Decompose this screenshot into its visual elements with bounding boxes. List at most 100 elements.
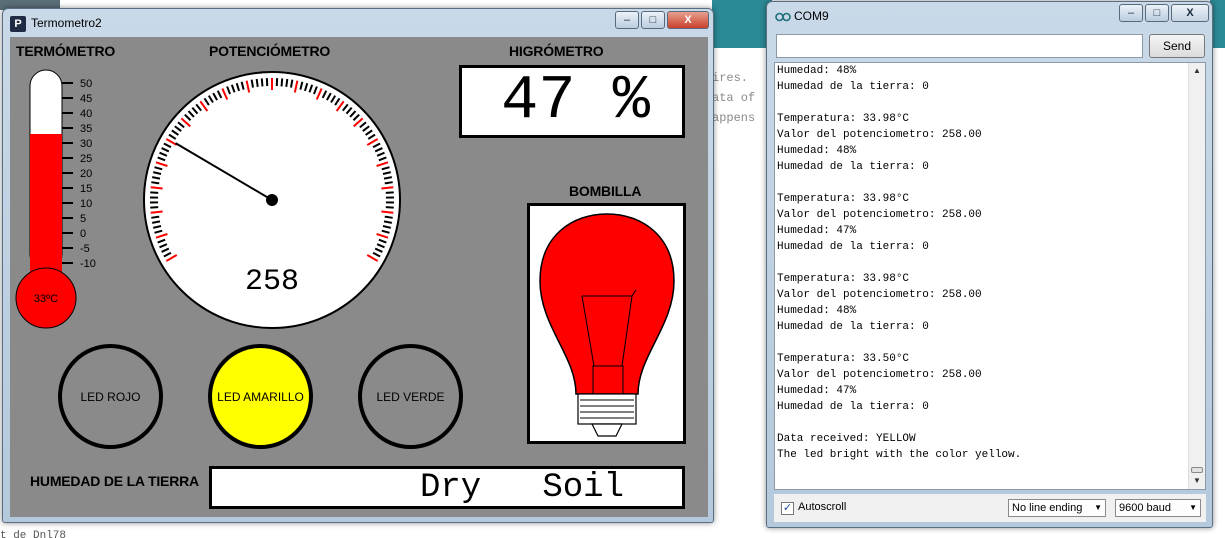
console-line: Temperatura: 33.98°C [777,193,910,205]
minimize-button[interactable]: – [615,11,639,29]
console-line: Humedad: 48% [777,145,857,157]
dial-tick [151,181,160,185]
thermometer-tick-label: -5 [80,243,90,255]
window-title: COM9 [794,9,829,23]
window-title: Termometro2 [31,16,102,30]
close-button[interactable]: X [667,11,709,29]
console-line: Humedad de la tierra: 0 [777,321,929,333]
led-yellow-label: LED AMARILLO [217,389,304,404]
dial-tick [280,78,284,87]
console-line: Humedad de la tierra: 0 [777,401,929,413]
bulb-label: BOMBILLA [569,183,642,199]
thermometer-label: TERMÓMETRO [16,43,116,59]
dial-tick [384,215,393,219]
minimize-button[interactable]: – [1119,4,1143,22]
dial-tick [385,191,394,194]
baud-rate-select[interactable]: 9600 baud ▼ [1115,499,1201,517]
dial-tick [381,186,394,190]
send-button[interactable]: Send [1149,34,1205,58]
thermometer-tick-label: 30 [80,138,92,150]
soil-humidity-display: Dry Soil [209,466,685,509]
serial-output-lines: Humedad: 48% Humedad de la tierra: 0 Temp… [777,63,1187,463]
desktop-background [712,0,772,48]
thermometer-tick-label: 35 [80,123,92,135]
thermometer-tick-label: 0 [80,228,86,240]
dial-tick [260,78,264,87]
close-button[interactable]: X [1171,4,1209,22]
console-line: Humedad de la tierra: 0 [777,241,929,253]
serial-footer: ✓ Autoscroll No line ending ▼ 9600 baud … [774,494,1206,522]
line-ending-value: No line ending [1012,502,1083,514]
dial-tick [150,186,163,190]
sketch-canvas: TERMÓMETRO POTENCIÓMETRO HIGRÓMETRO BOMB… [10,37,708,517]
led-yellow: LED AMARILLO [208,344,313,449]
console-line: Valor del potenciometro: 258.00 [777,369,982,381]
led-red-label: LED ROJO [80,389,141,404]
dial-tick [151,215,160,219]
dial-tick [384,181,393,185]
potentiometer-label: POTENCIÓMETRO [209,43,331,59]
maximize-button[interactable]: □ [1145,4,1169,22]
thermometer-tick-label: 45 [80,93,92,105]
bulb-panel [527,203,686,444]
console-line: Valor del potenciometro: 258.00 [777,209,982,221]
thermometer-tick-label: 10 [80,198,92,210]
background-document: ires. ata of appens [712,68,772,138]
dial-tick [385,206,394,209]
line-ending-select[interactable]: No line ending ▼ [1008,499,1106,517]
thermometer-tick-label: 20 [80,168,92,180]
chevron-down-icon: ▼ [1189,503,1197,512]
window-titlebar[interactable]: P Termometro2 – □ X [3,9,713,37]
maximize-button[interactable]: □ [641,11,665,29]
thermometer-tick-label: 15 [80,183,92,195]
console-line: Temperatura: 33.98°C [777,273,910,285]
autoscroll-label: Autoscroll [798,501,847,513]
vertical-scrollbar[interactable]: ▲ ▼ [1188,63,1205,489]
console-line: Humedad de la tierra: 0 [777,161,929,173]
thermometer-tick-label: 50 [80,78,92,90]
baud-rate-value: 9600 baud [1119,502,1171,514]
dial-tick [285,78,289,88]
background-doc-line: appens [712,111,756,125]
chevron-down-icon: ▼ [1094,503,1102,512]
console-line: Valor del potenciometro: 258.00 [777,129,982,141]
led-green-label: LED VERDE [376,389,445,404]
soil-humidity-label: HUMEDAD DE LA TIERRA [30,473,199,489]
processing-app-icon: P [10,16,26,32]
console-line: The led bright with the color yellow. [777,449,1022,461]
termometro-window[interactable]: P Termometro2 – □ X TERMÓMETRO POTENCIÓM… [2,8,714,523]
autoscroll-checkbox[interactable]: ✓ [781,502,794,515]
console-line: Humedad de la tierra: 0 [777,81,929,93]
thermometer-tick-label: -10 [80,258,96,270]
serial-monitor-window[interactable]: COM9 – □ X Send Humedad: 48% Humedad de l… [766,1,1213,528]
thermometer-tick-label: 40 [80,108,92,120]
dial-tick [381,210,394,214]
console-line: Valor del potenciometro: 258.00 [777,289,982,301]
console-line: Humedad: 47% [777,225,857,237]
scroll-down-arrow-icon[interactable]: ▼ [1189,473,1205,489]
potentiometer-dial: 258 [143,71,401,329]
dial-hub [266,194,278,206]
hygrometer-display: 47 % [459,65,685,138]
dial-tick [250,79,254,88]
hygrometer-label: HIGRÓMETRO [509,43,604,59]
console-line: Temperatura: 33.50°C [777,353,910,365]
serial-output[interactable]: Humedad: 48% Humedad de la tierra: 0 Temp… [774,62,1206,490]
scroll-up-arrow-icon[interactable]: ▲ [1189,63,1205,79]
thermometer-tick-label: 25 [80,153,92,165]
dial-tick [150,210,163,214]
console-line: Humedad: 47% [777,385,857,397]
dial-tick [150,191,159,194]
serial-input[interactable] [776,34,1143,58]
dial-tick [150,206,159,209]
arduino-icon [775,12,791,22]
thermometer-tick-label: 5 [80,213,86,225]
window-titlebar[interactable]: COM9 – □ X [767,2,1212,30]
background-doc-line: ires. [712,71,749,85]
lightbulb-icon [539,213,675,437]
